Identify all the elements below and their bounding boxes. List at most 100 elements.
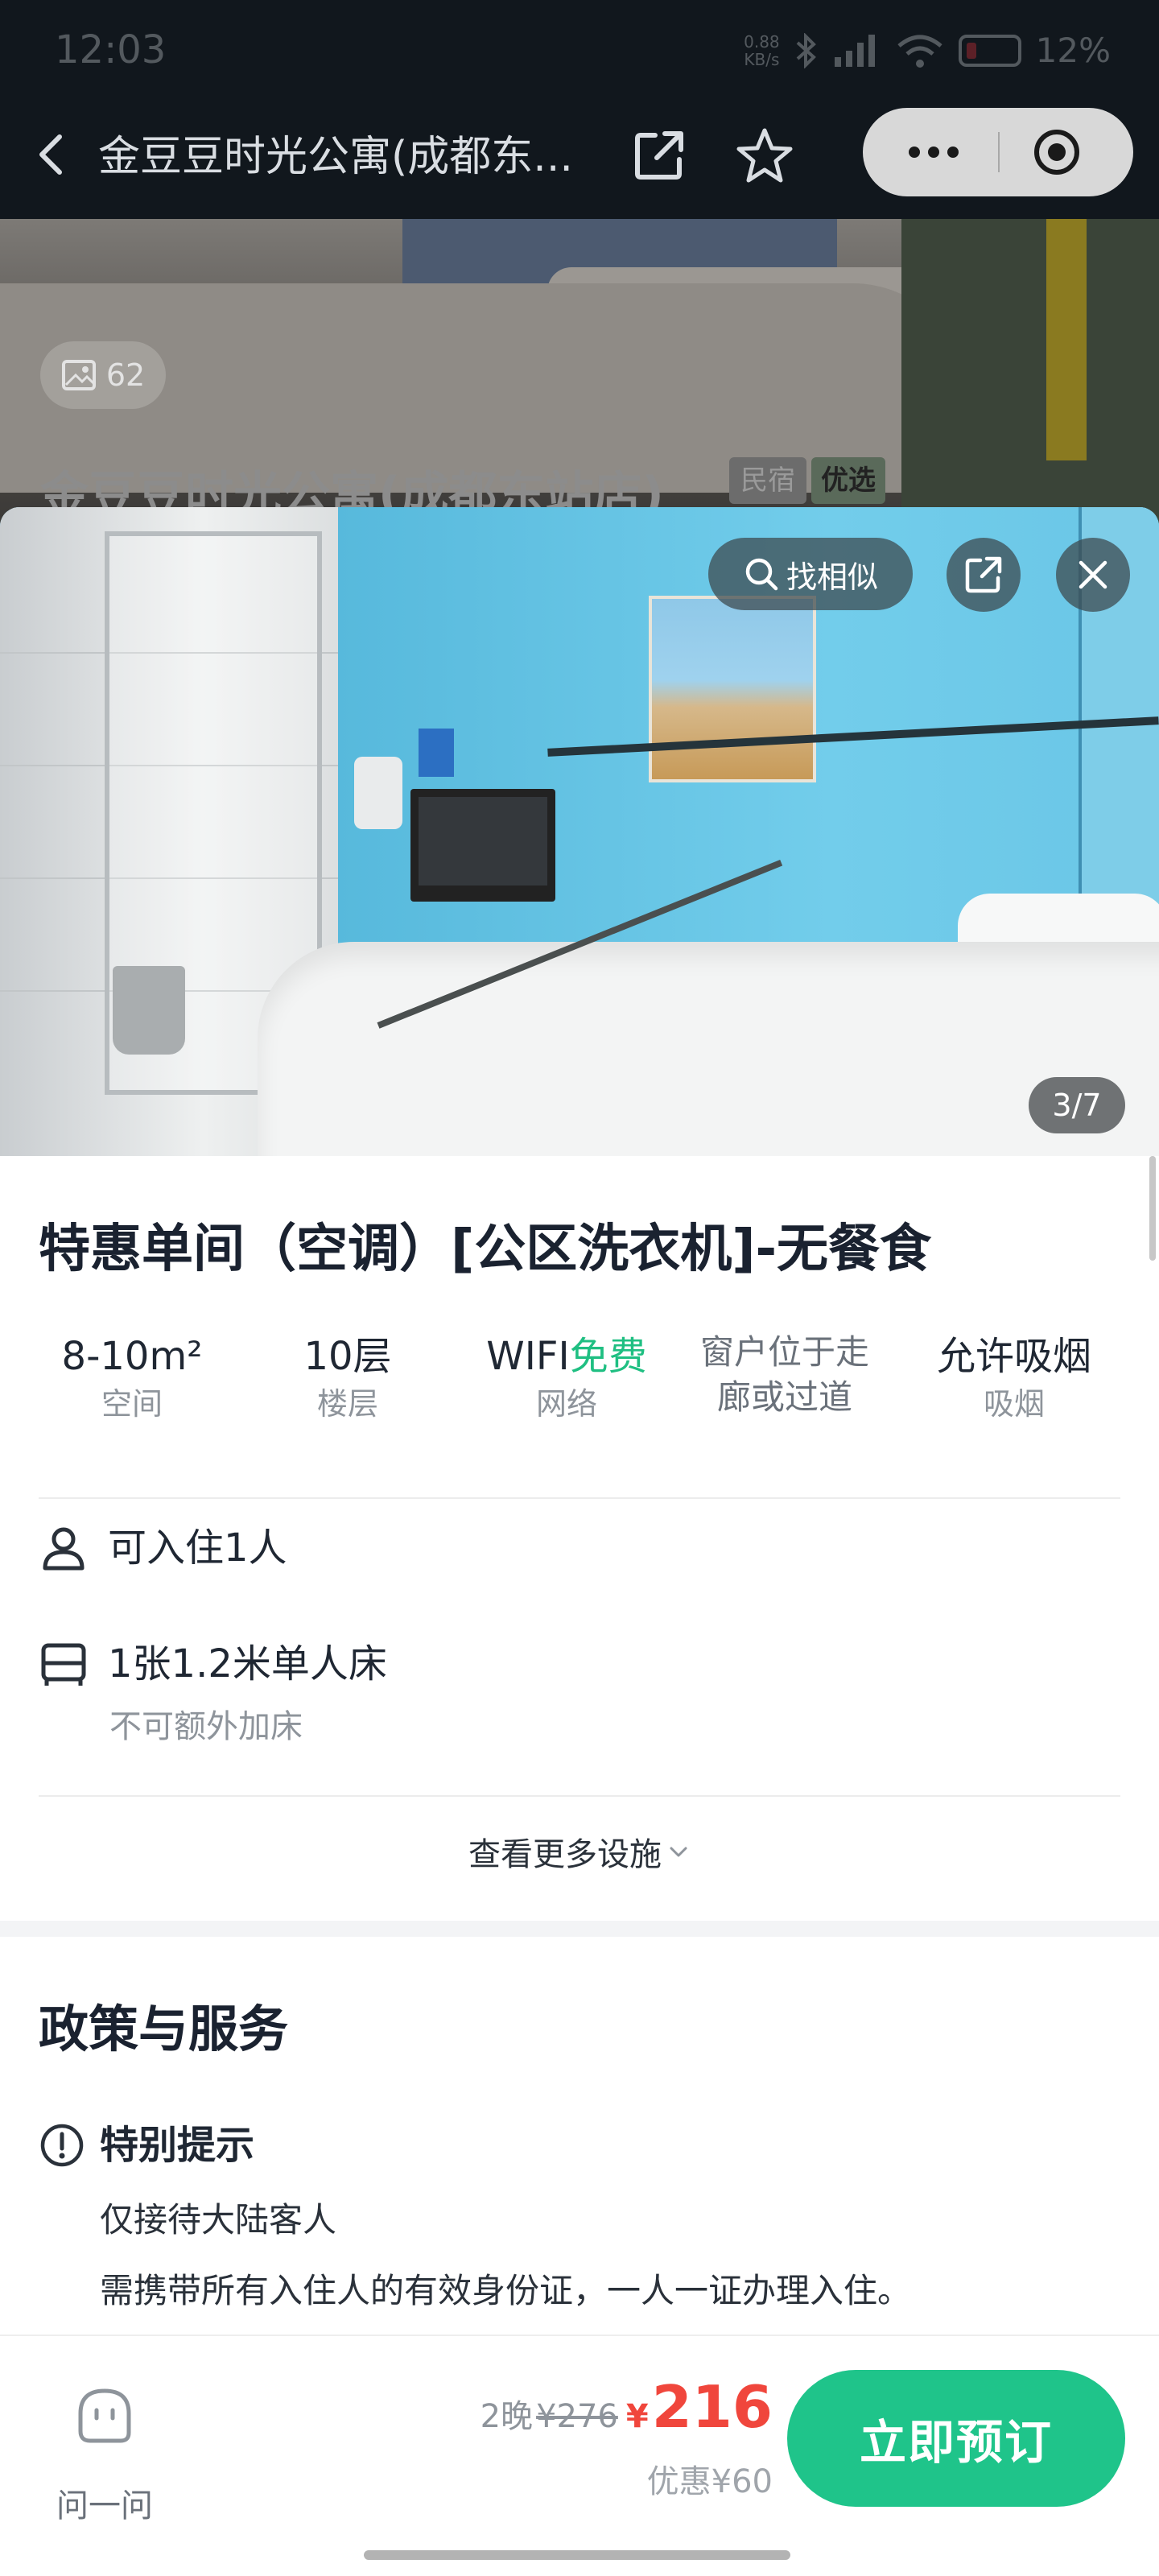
share-external-icon — [965, 556, 1002, 593]
person-icon — [43, 1527, 85, 1571]
record-target-icon — [1034, 130, 1079, 175]
more-dots-icon — [909, 147, 959, 158]
bottom-action-bar: 问一问 2晚 ¥276 ¥ 216 优惠¥60 立即预订 — [0, 2334, 1159, 2576]
room-name: 特惠单间（空调）[公区洗衣机]-无餐食 — [39, 1220, 932, 1279]
spec-smoking: 允许吸烟 吸烟 — [906, 1330, 1122, 1425]
share-button[interactable] — [629, 126, 689, 185]
find-similar-label: 找相似 — [786, 559, 878, 595]
spec-floor-value: 10层 — [303, 1334, 392, 1379]
chevron-left-icon — [39, 134, 62, 175]
price-row: 2晚 ¥276 ¥ 216 — [481, 2375, 773, 2439]
bluetooth-icon — [796, 32, 816, 68]
nav-header: 金豆豆时光公寓(成都东... — [0, 105, 1159, 219]
ask-label: 问一问 — [56, 2487, 153, 2524]
ask-button[interactable]: 问一问 — [40, 2376, 169, 2524]
spec-floor-label: 楼层 — [316, 1386, 378, 1422]
bed-row: 1张1.2米单人床 不可额外加床 — [39, 1639, 683, 1752]
photo-share-button[interactable] — [947, 538, 1021, 612]
star-outline-icon — [736, 128, 793, 183]
occupancy-row: 可入住1人 — [39, 1523, 683, 1579]
nights-count: 2晚 — [480, 2398, 534, 2435]
battery-level: 12% — [1035, 31, 1111, 70]
trash-bin — [113, 966, 185, 1055]
beach-painting — [649, 596, 816, 782]
background-hotel-photo: 62 金豆豆时光公寓(成都东站店) 民宿 优选 — [0, 219, 1159, 525]
top-header-area: 12:03 0.88 KB/s 12% 金豆豆时光公寓(成都东... — [0, 0, 1159, 219]
bed-text: 1张1.2米单人床 — [108, 1641, 387, 1686]
bg-window — [901, 219, 1159, 525]
spec-area: 8-10m² 空间 — [24, 1330, 240, 1425]
share-external-icon — [635, 131, 683, 180]
special-notice-header: 特别提示 — [39, 2119, 522, 2172]
battery-icon — [958, 34, 1021, 67]
room-photo[interactable]: 找相似 3/7 — [0, 507, 1159, 1156]
wifi-icon — [897, 35, 942, 68]
status-icons: 0.88 KB/s 12% — [744, 31, 1111, 70]
network-speed: 0.88 KB/s — [744, 31, 780, 69]
bg-curtain — [1046, 219, 1087, 460]
more-facilities-label: 查看更多设施 — [468, 1836, 662, 1873]
home-indicator[interactable] — [364, 2550, 790, 2560]
book-now-button[interactable]: 立即预订 — [787, 2370, 1125, 2507]
tv-screen — [419, 797, 547, 886]
room-detail-sheet: 找相似 3/7 特惠单间（空调）[公区洗衣机]-无餐食 8-10m² 空间 10… — [0, 507, 1159, 2576]
spec-smoking-value: 允许吸烟 — [936, 1334, 1091, 1379]
television — [410, 789, 555, 902]
photo-count: 62 — [105, 357, 146, 393]
wifi-text: WIFI — [486, 1334, 570, 1379]
spec-network: WIFI免费 网络 — [459, 1330, 674, 1425]
status-bar: 12:03 0.88 KB/s 12% — [0, 0, 1159, 105]
discount-amount: 优惠¥60 — [646, 2463, 773, 2500]
more-facilities-link[interactable]: 查看更多设施 — [0, 1819, 1159, 1884]
back-button[interactable] — [27, 129, 79, 180]
photo-close-button[interactable] — [1056, 538, 1130, 612]
mini-program-capsule — [863, 108, 1133, 196]
spec-window: 窗户位于走廊或过道 — [684, 1330, 885, 1420]
occupancy-text: 可入住1人 — [108, 1525, 287, 1571]
policy-section-title: 政策与服务 — [39, 2000, 289, 2058]
original-price: ¥276 — [536, 2398, 618, 2435]
find-similar-button[interactable]: 找相似 — [708, 538, 913, 610]
notice-line: 需携带所有入住人的有效身份证，一人一证办理入住。 — [100, 2271, 912, 2310]
more-button[interactable] — [893, 127, 974, 177]
bed-note: 不可额外加床 — [109, 1708, 303, 1745]
scrollbar[interactable] — [1149, 1156, 1156, 1261]
section-separator — [0, 1921, 1159, 1937]
spec-floor: 10层 楼层 — [240, 1330, 456, 1425]
spec-area-value: 8-10m² — [61, 1334, 203, 1379]
spec-area-label: 空间 — [101, 1386, 163, 1422]
tag-preferred: 优选 — [811, 457, 885, 504]
bed — [258, 942, 1159, 1156]
price-summary[interactable]: 2晚 ¥276 ¥ 216 优惠¥60 — [481, 2375, 773, 2528]
signal-icon — [834, 34, 875, 67]
photo-index: 3/7 — [1029, 1077, 1125, 1133]
spec-smoking-label: 吸烟 — [983, 1386, 1045, 1422]
divider — [39, 1795, 1120, 1797]
divider — [39, 1497, 1120, 1499]
photo-count-badge[interactable]: 62 — [40, 341, 166, 409]
notice-line: 仅接待大陆客人 — [100, 2200, 337, 2240]
hair-dryer — [354, 757, 402, 829]
wall-sign — [419, 729, 454, 777]
spec-network-label: 网络 — [535, 1386, 597, 1422]
capsule-divider — [998, 132, 1000, 172]
chat-bubble-icon — [78, 2388, 131, 2443]
final-price: 216 — [651, 2373, 773, 2441]
chevron-down-icon — [670, 1847, 687, 1857]
bed-icon — [41, 1643, 86, 1686]
search-icon — [745, 558, 778, 591]
close-icon — [1079, 560, 1107, 589]
wifi-free-text: 免费 — [569, 1334, 647, 1379]
tag-homestay: 民宿 — [729, 457, 806, 504]
image-icon — [61, 360, 96, 390]
close-miniprogram-button[interactable] — [1032, 127, 1082, 177]
spec-window-note: 窗户位于走廊或过道 — [699, 1332, 869, 1417]
exclamation-circle-icon — [40, 2124, 84, 2167]
currency-symbol: ¥ — [625, 2398, 649, 2435]
status-time: 12:03 — [55, 27, 167, 72]
room-specs: 8-10m² 空间 10层 楼层 WIFI免费 网络 窗户位于走廊或过道 允许吸… — [39, 1330, 1120, 1451]
page-title: 金豆豆时光公寓(成都东... — [98, 133, 573, 181]
favorite-button[interactable] — [734, 126, 795, 187]
special-notice-title: 特别提示 — [100, 2123, 255, 2168]
spec-network-value: WIFI免费 — [459, 1330, 674, 1383]
